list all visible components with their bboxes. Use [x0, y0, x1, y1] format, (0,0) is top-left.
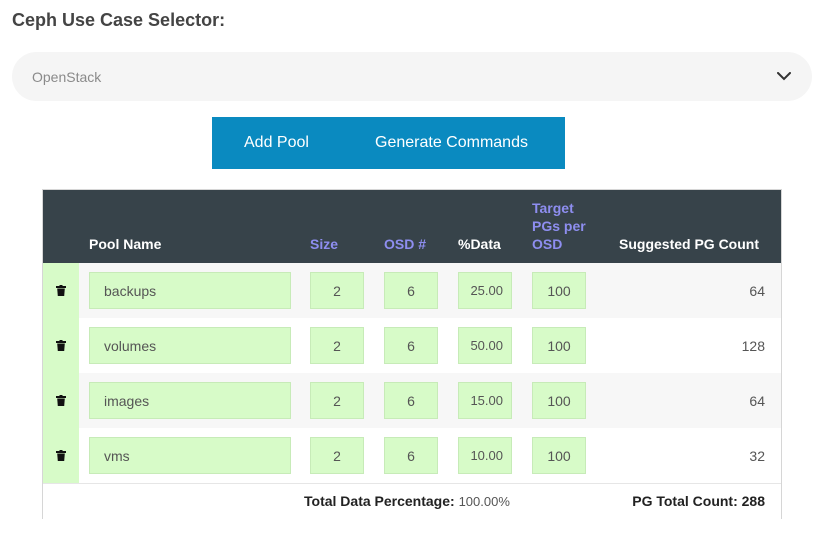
- delete-pool-button[interactable]: [43, 263, 79, 318]
- total-data-label: Total Data Percentage:: [304, 493, 455, 509]
- trash-icon: [56, 450, 66, 461]
- selector-title: Ceph Use Case Selector:: [12, 10, 226, 30]
- add-pool-button[interactable]: Add Pool: [212, 117, 362, 169]
- osd-input[interactable]: 6: [384, 382, 438, 419]
- header-osd[interactable]: OSD #: [384, 236, 426, 252]
- header-target-line1: Target: [532, 200, 574, 216]
- osd-input[interactable]: 6: [384, 272, 438, 309]
- osd-input[interactable]: 6: [384, 327, 438, 364]
- table-row: backups 2 6 25.00 100 64: [43, 263, 781, 318]
- target-pgs-input[interactable]: 100: [532, 272, 586, 309]
- use-case-select[interactable]: OpenStack: [12, 52, 812, 101]
- table-row: volumes 2 6 50.00 100 128: [43, 318, 781, 373]
- delete-pool-button[interactable]: [43, 318, 79, 373]
- data-percent-input[interactable]: 50.00: [458, 327, 512, 364]
- pool-table: Pool Name Size OSD # %Data Target PGs pe…: [42, 189, 782, 519]
- pool-name-input[interactable]: vms: [89, 437, 291, 474]
- osd-input[interactable]: 6: [384, 437, 438, 474]
- data-percent-input[interactable]: 10.00: [458, 437, 512, 474]
- action-button-bar: Add Pool Generate Commands: [212, 117, 565, 169]
- size-input[interactable]: 2: [310, 382, 364, 419]
- pg-total-count: PG Total Count: 288: [632, 493, 765, 509]
- chevron-down-icon[interactable]: [776, 69, 792, 85]
- delete-pool-button[interactable]: [43, 373, 79, 428]
- trash-icon: [56, 395, 66, 406]
- target-pgs-input[interactable]: 100: [532, 327, 586, 364]
- header-target-pgs[interactable]: Target PGs per OSD: [532, 199, 586, 253]
- size-input[interactable]: 2: [310, 272, 364, 309]
- trash-icon: [56, 285, 66, 296]
- header-pool-name: Pool Name: [89, 236, 162, 252]
- table-row: images 2 6 15.00 100 64: [43, 373, 781, 428]
- data-percent-input[interactable]: 15.00: [458, 382, 512, 419]
- header-suggested-pg: Suggested PG Count: [619, 236, 759, 252]
- table-footer: Total Data Percentage: 100.00% PG Total …: [43, 483, 781, 519]
- table-header: Pool Name Size OSD # %Data Target PGs pe…: [43, 190, 781, 263]
- suggested-pg-count: 64: [749, 392, 765, 409]
- target-pgs-input[interactable]: 100: [532, 382, 586, 419]
- pool-name-input[interactable]: backups: [89, 272, 291, 309]
- pool-name-input[interactable]: images: [89, 382, 291, 419]
- total-data-value: 100.00%: [458, 494, 510, 509]
- total-data-percentage: Total Data Percentage: 100.00%: [304, 493, 510, 509]
- data-percent-input[interactable]: 25.00: [458, 272, 512, 309]
- suggested-pg-count: 64: [749, 282, 765, 299]
- pool-name-input[interactable]: volumes: [89, 327, 291, 364]
- select-value: OpenStack: [32, 68, 102, 85]
- target-pgs-input[interactable]: 100: [532, 437, 586, 474]
- header-size[interactable]: Size: [310, 236, 338, 252]
- suggested-pg-count: 32: [749, 447, 765, 464]
- delete-pool-button[interactable]: [43, 428, 79, 483]
- size-input[interactable]: 2: [310, 437, 364, 474]
- pg-total-label: PG Total Count:: [632, 493, 738, 509]
- size-input[interactable]: 2: [310, 327, 364, 364]
- header-target-line2: PGs per: [532, 218, 586, 234]
- trash-icon: [56, 340, 66, 351]
- table-row: vms 2 6 10.00 100 32: [43, 428, 781, 483]
- header-data: %Data: [458, 236, 501, 252]
- suggested-pg-count: 128: [741, 337, 765, 354]
- pg-total-value: 288: [741, 493, 765, 509]
- generate-commands-button[interactable]: Generate Commands: [362, 117, 528, 169]
- header-target-line3: OSD: [532, 236, 563, 252]
